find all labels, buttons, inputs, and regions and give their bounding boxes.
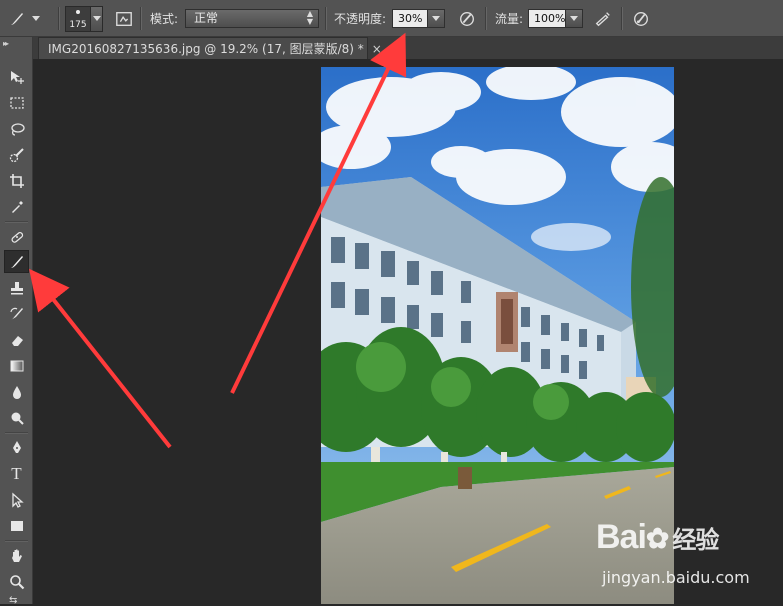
brush-icon [10,255,23,268]
flow-slider-dropdown[interactable] [566,9,583,28]
watermark-brand: Bai✿ 经验 [596,518,719,556]
chevron-down-icon [570,16,578,21]
opacity-label: 不透明度: [334,12,387,26]
brush-panel-toggle[interactable] [113,0,135,37]
mode-select[interactable]: 正常 ▲ ▼ [185,0,319,37]
rectangle-icon [10,520,23,531]
move-icon [10,70,24,84]
eyedropper-tool[interactable] [4,195,29,218]
dodge-tool[interactable] [4,406,29,429]
hand-icon [11,549,22,562]
brush-size-picker[interactable]: 175 [65,0,103,37]
zoom-icon [9,574,24,589]
eraser-icon [11,335,23,346]
pressure-size-toggle[interactable] [630,0,652,37]
zoom-tool[interactable] [4,570,29,593]
path-select-icon [11,492,24,508]
options-bar: 175 模式: 正常 ▲ ▼ 不透明度: 30% 流量: 100% [0,0,783,37]
panel-collapse-icon[interactable]: ▸▸ [3,39,9,48]
close-icon[interactable]: × [372,42,382,56]
type-icon: T [11,463,22,483]
eyedropper-icon [11,200,23,213]
mode-label: 模式: [150,12,179,26]
tool-preset-picker[interactable] [6,0,40,37]
crop-icon [9,173,24,188]
flow-input[interactable]: 100% [528,9,566,28]
dodge-icon [11,412,24,425]
quick-select-icon [9,147,24,162]
tools-panel: ▸▸ T ⇆ [0,37,33,606]
blur-icon [12,385,21,399]
healing-brush-icon [10,231,23,243]
flow-control[interactable]: 100% [528,0,583,37]
lasso-icon [10,122,25,136]
brush-preview[interactable]: 175 [65,5,91,32]
move-tool[interactable] [4,65,29,88]
opacity-control[interactable]: 30% [392,0,445,37]
path-select-tool[interactable] [4,488,29,511]
watermark-url: jingyan.baidu.com [602,568,750,587]
paw-icon: ✿ [645,523,669,554]
chevron-down-icon [432,16,440,21]
rectangle-tool[interactable] [4,514,29,537]
history-brush-icon [9,307,23,320]
document-tab-title[interactable]: IMG20160827135636.jpg @ 19.2% (17, 图层蒙版/… [48,40,364,57]
flow-label: 流量: [495,12,524,26]
healing-brush-tool[interactable] [4,225,29,248]
blur-tool[interactable] [4,380,29,403]
type-tool[interactable]: T [4,462,29,485]
baidu-jingyan-watermark: Bai✿ 经验 jingyan.baidu.com [596,518,776,592]
pen-tool[interactable] [4,436,29,459]
updown-arrows-icon: ▲ ▼ [306,9,313,26]
brush-panel-icon[interactable] [113,8,135,30]
lasso-tool[interactable] [4,117,29,140]
brush-size-value: 175 [69,19,87,30]
pressure-size-icon[interactable] [630,8,652,30]
document-tab-bar: IMG20160827135636.jpg @ 19.2% (17, 图层蒙版/… [33,37,783,59]
quick-select-tool[interactable] [4,143,29,166]
marquee-icon [9,96,24,109]
pressure-opacity-toggle[interactable] [456,0,478,37]
opacity-input[interactable]: 30% [392,9,428,28]
history-brush-tool[interactable] [4,302,29,325]
brush-tool-preset-icon[interactable] [6,8,28,30]
gradient-tool[interactable] [4,354,29,377]
eraser-tool[interactable] [4,328,29,351]
airbrush-toggle[interactable] [592,0,614,37]
marquee-tool[interactable] [4,91,29,114]
clone-stamp-tool[interactable] [4,276,29,299]
gradient-icon [10,360,23,371]
crop-tool[interactable] [4,169,29,192]
chevron-down-icon[interactable] [32,16,40,21]
chevron-down-icon [92,16,101,21]
hand-tool[interactable] [4,544,29,567]
brush-dot-icon [76,9,80,14]
airbrush-icon[interactable] [592,8,614,30]
opacity-slider-dropdown[interactable] [428,9,445,28]
mode-dropdown[interactable]: 正常 ▲ ▼ [185,9,319,28]
brush-size-dropdown[interactable] [91,5,103,32]
mode-value: 正常 [194,11,219,25]
swap-colors-icon[interactable]: ⇆ [9,595,17,606]
pressure-opacity-icon[interactable] [456,8,478,30]
brush-tool[interactable] [4,250,29,273]
document-tab[interactable]: IMG20160827135636.jpg @ 19.2% (17, 图层蒙版/… [38,37,382,59]
clone-stamp-icon [10,281,23,294]
pen-icon [12,440,21,453]
